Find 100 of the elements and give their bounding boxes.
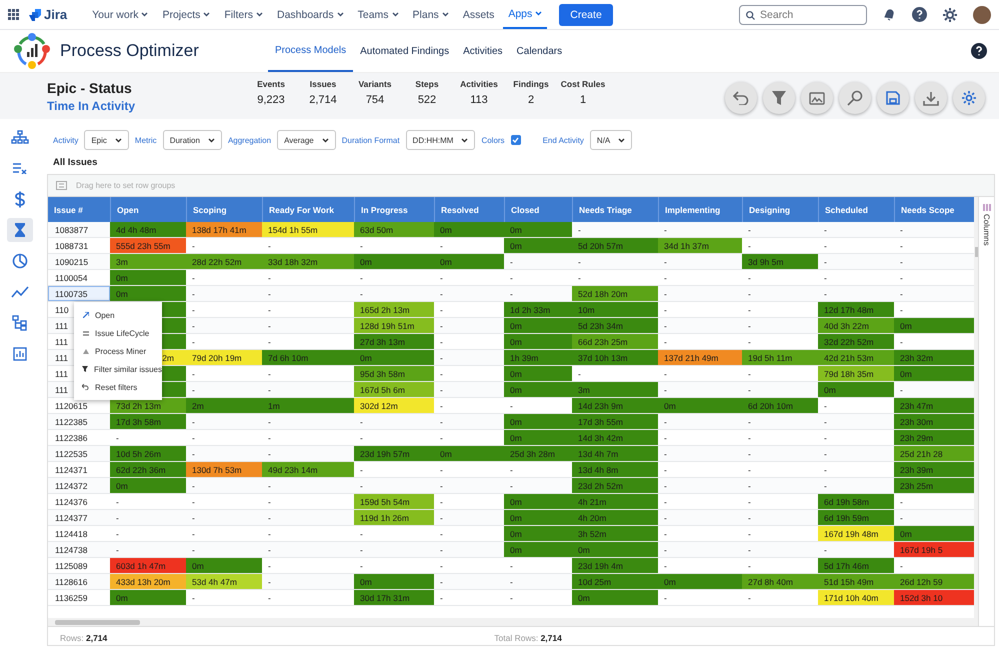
process-optimizer-logo-icon: [12, 32, 52, 70]
table-cell-text: -: [509, 480, 514, 492]
toolbar-button[interactable]: [953, 82, 985, 114]
context-menu-item[interactable]: Reset filters: [74, 378, 162, 396]
issue-number-cell[interactable]: 1090215: [48, 254, 110, 269]
issue-number-cell[interactable]: 1128616: [48, 574, 110, 589]
duration-cell: 23d 19h 4m: [572, 558, 658, 573]
table-cell-text: -: [359, 560, 364, 572]
total-row-count: Total Rows: 2,714: [494, 633, 562, 643]
product-name[interactable]: Jira: [44, 7, 68, 22]
row-count: Rows: 2,714: [60, 633, 108, 643]
duration-cell: 28d 22h 52m: [186, 254, 262, 269]
duration-cell: 154d 1h 55m: [262, 222, 354, 237]
nav-menu-item[interactable]: Teams: [352, 0, 404, 29]
checklist-icon: [12, 162, 28, 174]
notification-bell-icon[interactable]: [883, 8, 896, 21]
issue-number-cell[interactable]: 1124371: [48, 462, 110, 477]
issue-number-cell[interactable]: 1124376: [48, 494, 110, 509]
nav-menu-item[interactable]: Projects: [157, 0, 216, 29]
toolbar-button[interactable]: [763, 82, 795, 114]
filter-dropdown[interactable]: N/A: [590, 130, 632, 150]
caret-icon: [208, 138, 215, 142]
nav-menu-item[interactable]: Plans: [408, 0, 454, 29]
table-cell-text: -: [509, 464, 514, 476]
nav-menu-item[interactable]: Your work: [87, 0, 154, 29]
filter-dropdown[interactable]: Duration: [162, 130, 222, 150]
duration-cell: 0m: [504, 510, 572, 525]
nav-menu-item[interactable]: Assets: [458, 0, 500, 29]
stat-value: 2: [528, 94, 534, 106]
settings-icon[interactable]: [943, 8, 957, 22]
help-icon[interactable]: [971, 43, 987, 59]
app-tab[interactable]: Automated Findings: [353, 30, 456, 72]
issue-number-cell[interactable]: 1100054: [48, 270, 110, 285]
filter-dropdown[interactable]: Epic: [84, 130, 129, 150]
issue-number-cell[interactable]: 1088731: [48, 238, 110, 253]
create-button[interactable]: Create: [559, 4, 613, 26]
table-cell-text: -: [823, 544, 828, 556]
context-menu-item[interactable]: Issue LifeCycle: [74, 324, 162, 342]
table-cell-text: -: [663, 544, 668, 556]
table-cell-text: -: [191, 544, 196, 556]
app-grid-icon[interactable]: [8, 9, 19, 20]
duration-cell: 603d 1h 47m: [110, 558, 186, 573]
duration-cell: 0m: [504, 430, 572, 445]
toolbar-button[interactable]: [877, 82, 909, 114]
table-cell-text: -: [509, 272, 514, 284]
search-field[interactable]: Search: [739, 4, 867, 24]
issue-number-cell[interactable]: 1124377: [48, 510, 110, 525]
colors-checkbox[interactable]: [510, 135, 521, 145]
column-header[interactable]: Issue #: [48, 197, 110, 222]
help-icon[interactable]: [912, 7, 927, 22]
filter-dropdown[interactable]: Average: [277, 130, 336, 150]
user-avatar[interactable]: [973, 6, 991, 24]
filter-dropdown[interactable]: DD:HH:MM: [406, 130, 476, 150]
duration-cell: 6d 19h 59m: [818, 510, 894, 525]
nav-menu-item[interactable]: Dashboards: [272, 0, 349, 29]
scrollbar-thumb[interactable]: [55, 620, 140, 624]
toolbar-button[interactable]: [915, 82, 947, 114]
table-cell-text: -: [747, 336, 752, 348]
context-menu-item[interactable]: Open: [74, 306, 162, 324]
issue-number-cell[interactable]: 1100735: [48, 286, 110, 301]
issue-number-cell[interactable]: 1136259: [48, 590, 110, 605]
table-cell-text: -: [439, 288, 444, 300]
issue-number-cell[interactable]: 1120615: [48, 398, 110, 413]
issue-number-cell[interactable]: 1083877: [48, 222, 110, 237]
nav-menu-item[interactable]: Apps: [503, 0, 548, 29]
duration-cell: 138d 17h 41m: [186, 222, 262, 237]
caret-icon: [114, 138, 122, 142]
stat-label: Steps: [415, 78, 439, 88]
duration-cell: 79d 20h 19m: [186, 350, 262, 365]
duration-cell: 66d 23h 25m: [572, 334, 658, 349]
issue-number-cell[interactable]: 1124372: [48, 478, 110, 493]
duration-cell: 0m: [354, 574, 434, 589]
table-cell-text: -: [663, 512, 668, 524]
duration-cell: 23h 29m: [894, 430, 974, 445]
toolbar-button[interactable]: [801, 82, 833, 114]
issue-number-cell[interactable]: 1122386: [48, 430, 110, 445]
undo-icon: [733, 91, 749, 105]
issue-number-cell[interactable]: 1122535: [48, 446, 110, 461]
sidebar-item[interactable]: [7, 218, 33, 242]
hourglass-icon: [14, 222, 26, 238]
duration-cell: 0m: [504, 414, 572, 429]
duration-cell: 17d 3h 58m: [110, 414, 186, 429]
duration-cell: 0m: [434, 446, 504, 461]
issue-number-cell[interactable]: 1122385: [48, 414, 110, 429]
table-cell-text: -: [899, 512, 904, 524]
duration-cell: 0m: [894, 526, 974, 541]
toolbar-button[interactable]: [725, 82, 757, 114]
toolbar-button[interactable]: [839, 82, 871, 114]
app-tab[interactable]: Calendars: [510, 30, 570, 72]
app-tab[interactable]: Activities: [456, 30, 510, 72]
duration-cell: 23h 25m: [894, 478, 974, 493]
scrollbar-thumb[interactable]: [974, 247, 978, 257]
nav-menu-item[interactable]: Filters: [219, 0, 268, 29]
issue-number-cell[interactable]: 1124418: [48, 526, 110, 541]
duration-cell: 137d 21h 49m: [658, 350, 742, 365]
issue-number-cell[interactable]: 1124738: [48, 542, 110, 557]
table-cell-text: -: [439, 496, 444, 508]
table-cell-text: -: [899, 560, 904, 572]
table-cell-text: -: [267, 544, 272, 556]
issue-number-cell[interactable]: 1125089: [48, 558, 110, 573]
